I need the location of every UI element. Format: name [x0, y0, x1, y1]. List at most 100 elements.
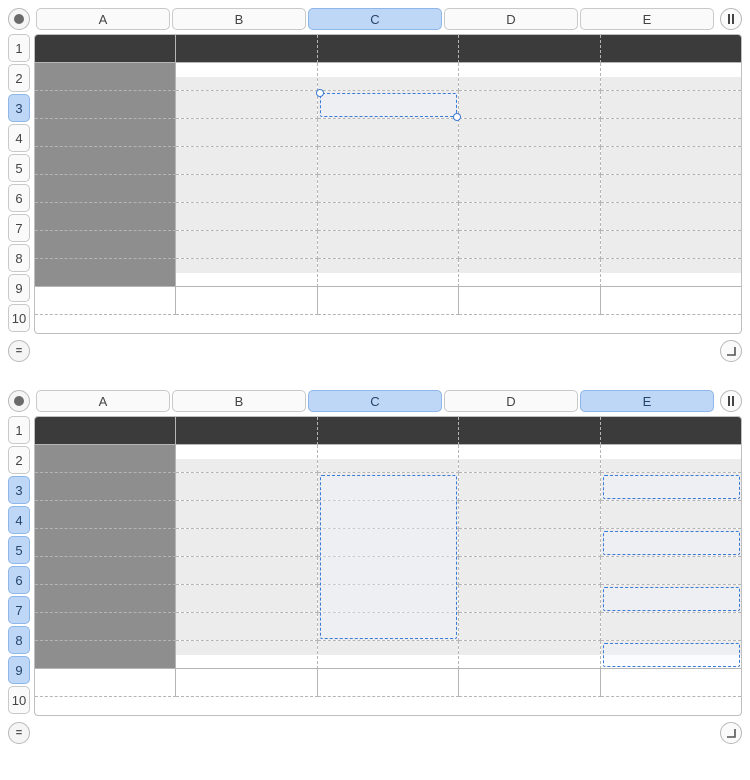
cell[interactable]: [35, 445, 176, 473]
cell[interactable]: [459, 287, 600, 315]
cell[interactable]: [601, 63, 741, 91]
cell[interactable]: [318, 147, 459, 175]
row-header-4[interactable]: 4: [8, 506, 30, 534]
row-header-10[interactable]: 10: [8, 686, 30, 714]
cell[interactable]: [35, 417, 176, 445]
cell[interactable]: [35, 641, 176, 669]
cell[interactable]: [35, 501, 176, 529]
cell[interactable]: [459, 557, 600, 585]
row-header-8[interactable]: 8: [8, 244, 30, 272]
cell[interactable]: [459, 231, 600, 259]
cell[interactable]: [176, 501, 317, 529]
cell[interactable]: [318, 641, 459, 669]
cell[interactable]: [318, 557, 459, 585]
cell[interactable]: [35, 175, 176, 203]
row-header-3[interactable]: 3: [8, 476, 30, 504]
cell[interactable]: [35, 613, 176, 641]
col-header-e[interactable]: E: [580, 8, 714, 30]
cell-grid[interactable]: [34, 34, 742, 334]
cell[interactable]: [318, 231, 459, 259]
cell[interactable]: [35, 287, 176, 315]
cell[interactable]: [176, 669, 317, 697]
cell[interactable]: [601, 203, 741, 231]
cell[interactable]: [318, 473, 459, 501]
row-header-5[interactable]: 5: [8, 536, 30, 564]
cell[interactable]: [176, 557, 317, 585]
cell[interactable]: [459, 501, 600, 529]
cell[interactable]: [176, 417, 317, 445]
row-header-9[interactable]: 9: [8, 656, 30, 684]
cell[interactable]: [176, 147, 317, 175]
row-header-2[interactable]: 2: [8, 64, 30, 92]
cell[interactable]: [318, 417, 459, 445]
row-header-9[interactable]: 9: [8, 274, 30, 302]
cell[interactable]: [176, 119, 317, 147]
cell[interactable]: [176, 529, 317, 557]
cell[interactable]: [318, 287, 459, 315]
cell[interactable]: [176, 473, 317, 501]
cell[interactable]: [601, 91, 741, 119]
cell[interactable]: [176, 35, 317, 63]
cell[interactable]: [35, 473, 176, 501]
col-header-d[interactable]: D: [444, 8, 578, 30]
cell[interactable]: [318, 669, 459, 697]
cell[interactable]: [35, 203, 176, 231]
col-header-c[interactable]: C: [308, 8, 442, 30]
cell[interactable]: [35, 231, 176, 259]
cell[interactable]: [176, 175, 317, 203]
cell[interactable]: [35, 63, 176, 91]
cell[interactable]: [459, 91, 600, 119]
cell[interactable]: [35, 529, 176, 557]
row-header-3[interactable]: 3: [8, 94, 30, 122]
cell-grid[interactable]: [34, 416, 742, 716]
cell[interactable]: [318, 259, 459, 287]
row-header-1[interactable]: 1: [8, 416, 30, 444]
cell[interactable]: [35, 35, 176, 63]
cell[interactable]: [35, 147, 176, 175]
cell[interactable]: [601, 147, 741, 175]
cell[interactable]: [35, 91, 176, 119]
cell[interactable]: [176, 231, 317, 259]
cell[interactable]: [176, 287, 317, 315]
row-header-6[interactable]: 6: [8, 566, 30, 594]
row-header-5[interactable]: 5: [8, 154, 30, 182]
cell[interactable]: [35, 669, 176, 697]
cell[interactable]: [318, 119, 459, 147]
row-header-7[interactable]: 7: [8, 596, 30, 624]
cell[interactable]: [318, 203, 459, 231]
cell[interactable]: [601, 641, 741, 669]
pause-icon[interactable]: [720, 390, 742, 412]
row-header-4[interactable]: 4: [8, 124, 30, 152]
cell[interactable]: [176, 613, 317, 641]
cell[interactable]: [601, 35, 741, 63]
row-header-2[interactable]: 2: [8, 446, 30, 474]
row-header-7[interactable]: 7: [8, 214, 30, 242]
cell[interactable]: [601, 501, 741, 529]
cell[interactable]: [459, 35, 600, 63]
cell[interactable]: [318, 175, 459, 203]
cell[interactable]: [176, 641, 317, 669]
col-header-e[interactable]: E: [580, 390, 714, 412]
cell[interactable]: [318, 501, 459, 529]
cell[interactable]: [35, 259, 176, 287]
equals-icon[interactable]: =: [8, 722, 30, 744]
row-header-6[interactable]: 6: [8, 184, 30, 212]
row-header-8[interactable]: 8: [8, 626, 30, 654]
cell[interactable]: [459, 445, 600, 473]
cell[interactable]: [318, 585, 459, 613]
record-icon[interactable]: [8, 390, 30, 412]
cell[interactable]: [601, 585, 741, 613]
cell[interactable]: [459, 613, 600, 641]
cell[interactable]: [318, 445, 459, 473]
cell[interactable]: [459, 63, 600, 91]
cell[interactable]: [318, 613, 459, 641]
cell[interactable]: [601, 445, 741, 473]
record-icon[interactable]: [8, 8, 30, 30]
pause-icon[interactable]: [720, 8, 742, 30]
cell[interactable]: [459, 147, 600, 175]
cell[interactable]: [459, 641, 600, 669]
cell[interactable]: [459, 417, 600, 445]
col-header-b[interactable]: B: [172, 8, 306, 30]
cell[interactable]: [459, 585, 600, 613]
cell[interactable]: [176, 445, 317, 473]
